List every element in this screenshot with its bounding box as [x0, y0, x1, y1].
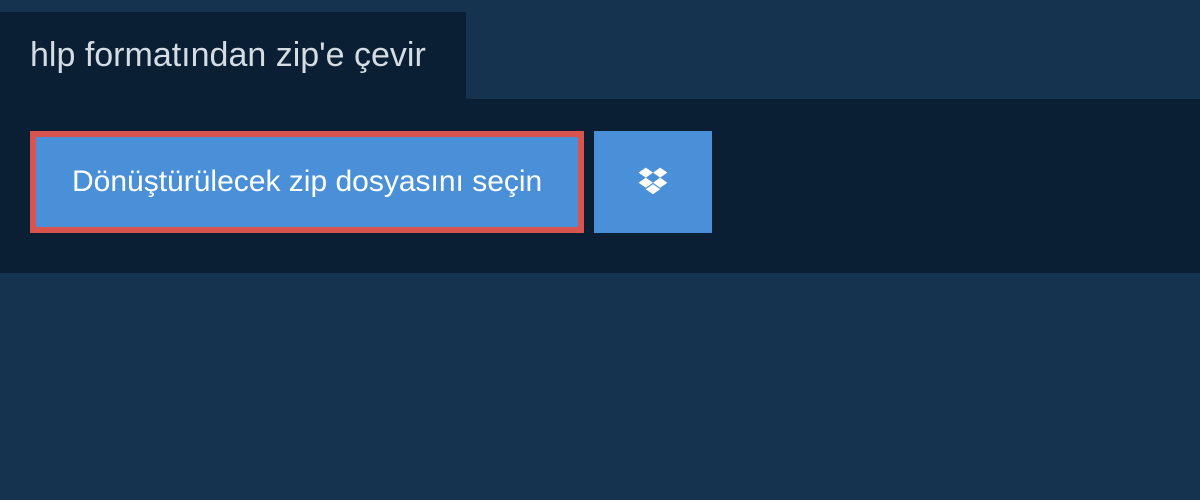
select-file-button[interactable]: Dönüştürülecek zip dosyasını seçin — [30, 131, 584, 233]
header-tab: hlp formatından zip'e çevir — [0, 12, 466, 99]
button-row: Dönüştürülecek zip dosyasını seçin — [30, 131, 1170, 233]
page-title: hlp formatından zip'e çevir — [30, 36, 426, 75]
main-panel: Dönüştürülecek zip dosyasını seçin — [0, 99, 1200, 273]
dropbox-button[interactable] — [594, 131, 712, 233]
dropbox-icon — [635, 164, 671, 200]
select-file-label: Dönüştürülecek zip dosyasını seçin — [72, 165, 542, 199]
